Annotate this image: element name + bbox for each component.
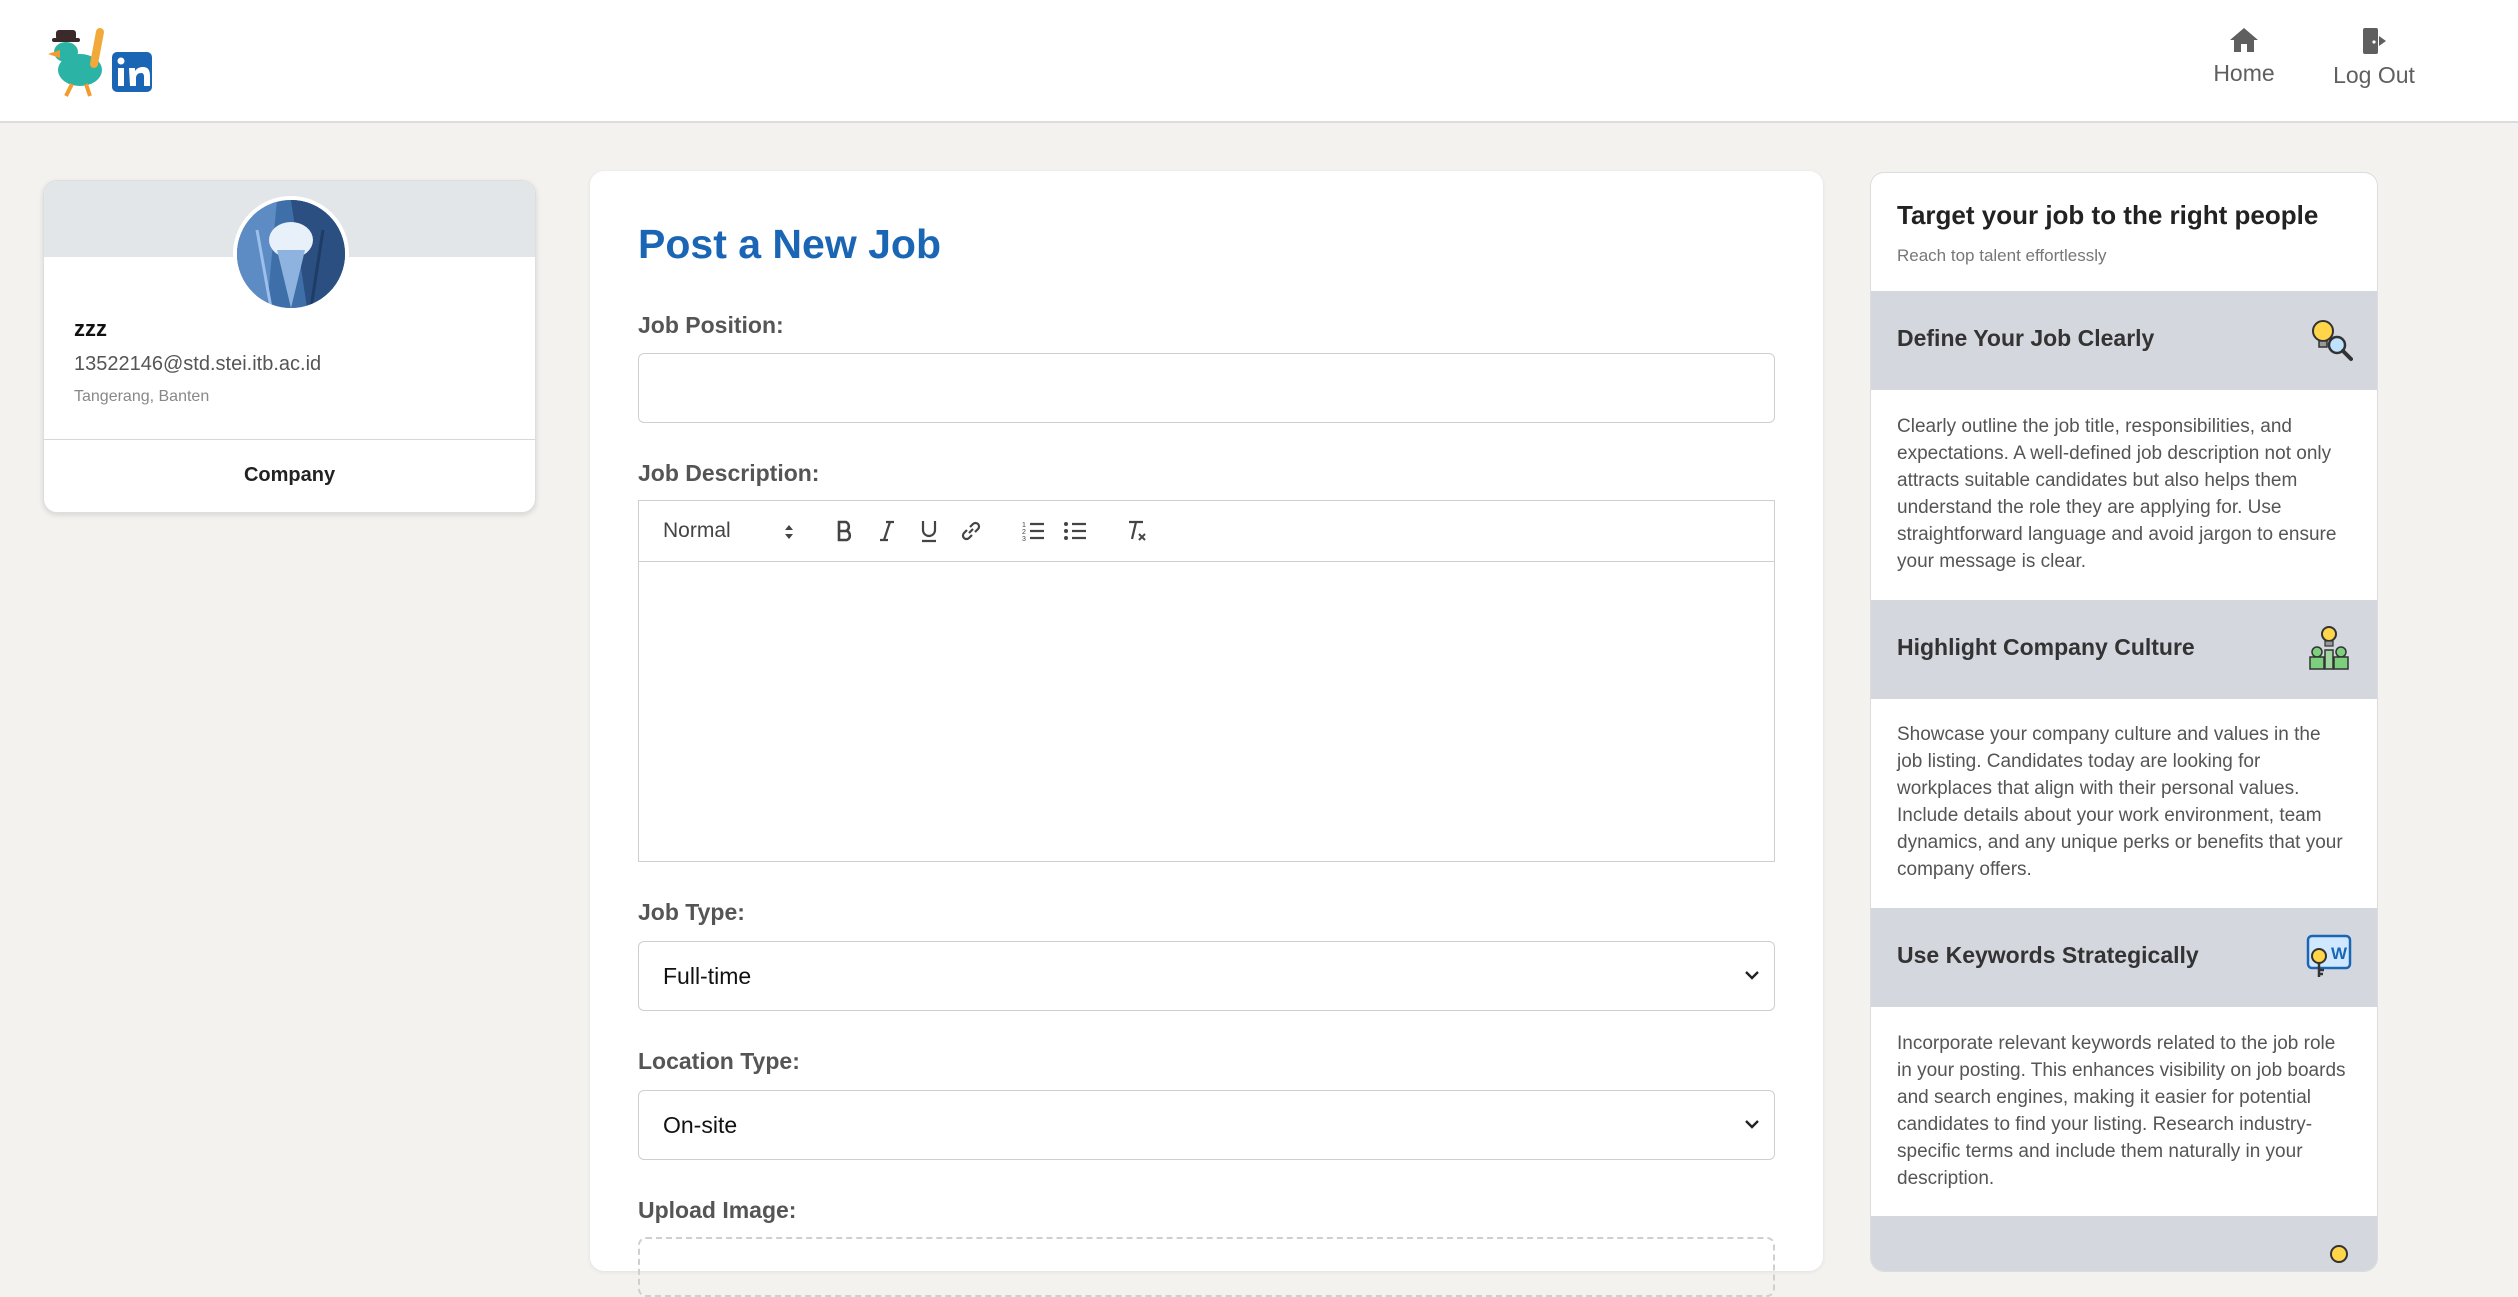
italic-icon [880,520,894,542]
page-title: Post a New Job [638,221,942,267]
location-type-label: Location Type: [638,1048,800,1074]
job-type-value: Full-time [663,962,752,989]
updown-chevron-icon [785,525,793,539]
post-job-form: Post a New Job Job Position: Job Descrip… [590,171,1823,1297]
svg-text:1: 1 [1022,522,1026,529]
tips-subtitle: Reach top talent effortlessly [1897,246,2107,265]
team-idea-icon [2309,626,2349,670]
profile-email: 13522146@std.stei.itb.ac.id [74,353,322,375]
nav-home[interactable]: Home [2208,26,2280,87]
partial-tip-icon [2330,1245,2348,1263]
location-type-value: On-site [663,1111,738,1138]
lightbulb-magnifier-icon [2312,320,2353,361]
bullet-list-button[interactable] [1059,515,1091,547]
chevron-down-icon [1745,1120,1759,1129]
job-position-label: Job Position: [638,312,784,338]
format-select-value: Normal [663,519,731,542]
bold-button[interactable] [829,515,861,547]
upload-image-label: Upload Image: [638,1197,797,1223]
tip-body: Clearly outline the job title, responsib… [1897,416,2337,572]
svg-text:2: 2 [1022,529,1026,536]
svg-text:W: W [2331,944,2348,963]
tip-header-company-culture: Highlight Company Culture [1871,600,2377,699]
profile-divider [44,439,535,440]
nav-home-label: Home [2213,60,2275,86]
tip-heading: Define Your Job Clearly [1897,325,2155,351]
job-description-label: Job Description: [638,460,820,486]
tip-heading: Highlight Company Culture [1897,634,2195,660]
tips-panel: Target your job to the right people Reac… [1870,172,2378,1272]
editor-toolbar: Normal 123 [639,501,1774,562]
upload-dropzone[interactable] [638,1237,1775,1297]
chevron-down-icon [1745,971,1759,980]
job-description-editor: Normal 123 [638,500,1775,862]
location-type-select[interactable]: On-site [638,1090,1775,1160]
link-icon [961,521,981,541]
home-icon [2230,28,2258,52]
bullet-list-icon [1064,522,1086,540]
svg-text:3: 3 [1022,536,1026,542]
profile-card: zzz 13522146@std.stei.itb.ac.id Tangeran… [43,180,536,513]
tips-title: Target your job to the right people [1897,200,2319,230]
tip-header-next [1871,1216,2377,1271]
keyword-key-icon: W [2306,934,2352,977]
profile-role: Company [243,464,336,486]
tip-heading: Use Keywords Strategically [1897,942,2199,968]
nav-logout-label: Log Out [2333,62,2415,88]
clear-format-button[interactable] [1121,515,1153,547]
profile-location: Tangerang, Banten [74,388,210,405]
editor-content-area[interactable] [639,562,1774,862]
top-navbar: Home Log Out [0,0,2518,123]
tip-header-keywords: Use Keywords Strategically W [1871,908,2377,1007]
underline-button[interactable] [913,515,945,547]
job-type-select[interactable]: Full-time [638,941,1775,1011]
format-select[interactable]: Normal [663,515,803,547]
link-button[interactable] [955,515,987,547]
clear-format-icon [1129,520,1146,541]
italic-button[interactable] [871,515,903,547]
app-logo[interactable] [42,24,160,100]
underline-icon [921,521,937,543]
tip-header-define-job: Define Your Job Clearly [1871,291,2377,390]
ordered-list-button[interactable]: 123 [1017,515,1049,547]
tip-body: Incorporate relevant keywords related to… [1897,1033,2346,1189]
profile-name: zzz [74,316,107,341]
ordered-list-icon: 123 [1022,522,1044,542]
job-position-input[interactable] [638,353,1775,423]
tip-body: Showcase your company culture and values… [1897,724,2343,880]
avatar[interactable] [233,196,349,312]
bold-icon [837,520,852,542]
logout-icon [2363,28,2386,54]
nav-logout[interactable]: Log Out [2330,26,2418,89]
job-type-label: Job Type: [638,899,745,925]
